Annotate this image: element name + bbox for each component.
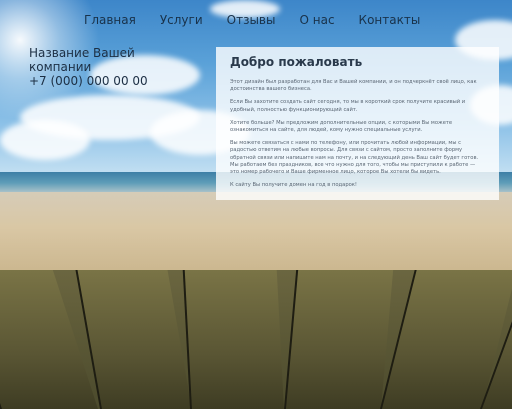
nav-item-about[interactable]: О нас (287, 12, 346, 28)
welcome-panel: Добро пожаловать Этот дизайн был разрабо… (216, 47, 499, 200)
nav-item-home[interactable]: Главная (72, 12, 148, 28)
company-name: Название Вашей компании (29, 46, 135, 74)
welcome-paragraph: Хотите больше? Мы предложим дополнительн… (230, 119, 453, 134)
deck-plank (284, 270, 394, 409)
nav-item-reviews[interactable]: Отзывы (215, 12, 288, 28)
welcome-title: Добро пожаловать (230, 55, 363, 69)
cloud (0, 120, 90, 160)
deck-plank (182, 270, 284, 409)
sand (0, 192, 512, 282)
welcome-paragraph: Вы можете связаться с нами по телефону, … (230, 140, 479, 176)
nav-item-contacts[interactable]: Контакты (347, 12, 433, 28)
nav-item-services[interactable]: Услуги (148, 12, 215, 28)
company-phone: +7 (000) 000 00 00 (29, 74, 148, 88)
welcome-paragraph: Если Вы захотите создать сайт сегодня, т… (230, 99, 466, 113)
welcome-paragraph: К сайту Вы получите домен на год в подар… (230, 182, 358, 189)
main-nav: Главная Услуги Отзывы О нас Контакты (72, 12, 432, 28)
welcome-paragraph: Этот дизайн был разработан для Вас и Ваш… (230, 79, 477, 93)
company-block: Название Вашей компании +7 (000) 000 00 … (29, 46, 179, 88)
